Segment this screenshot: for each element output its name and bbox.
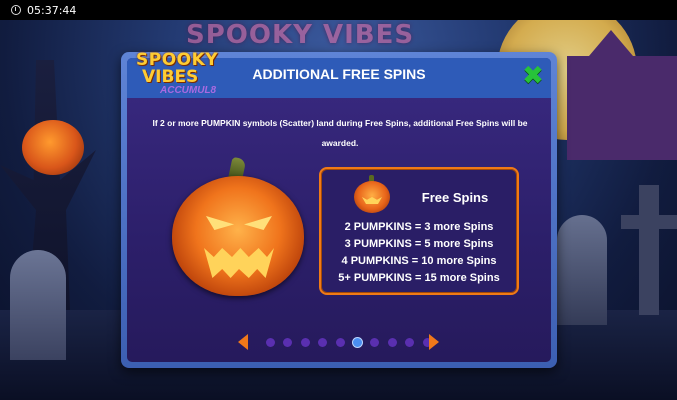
status-bar: 05:37:44 bbox=[0, 0, 677, 20]
rule-4-pumpkins: 4 PUMPKINS = 10 more Spins bbox=[341, 255, 497, 267]
next-page-arrow-icon[interactable] bbox=[429, 334, 439, 350]
rule-5-plus-pumpkins: 5+ PUMPKINS = 15 more Spins bbox=[338, 272, 500, 284]
logo-text-vibes: VIBES bbox=[142, 67, 199, 87]
page-dot-3[interactable] bbox=[300, 338, 310, 347]
rule-3-pumpkins: 3 PUMPKINS = 5 more Spins bbox=[344, 238, 494, 250]
status-time: 05:37:44 bbox=[27, 3, 77, 17]
pumpkin-scatter-symbol bbox=[168, 156, 308, 301]
background-pumpkin-decoration bbox=[22, 120, 84, 175]
grave-cross-decoration bbox=[621, 185, 677, 315]
free-spins-title: Free Spins bbox=[421, 190, 489, 205]
close-button[interactable]: ✖ bbox=[520, 63, 546, 89]
logo-text-accumul8: ACCUMUL8 bbox=[160, 85, 217, 96]
page-dot-1[interactable] bbox=[266, 338, 275, 347]
pumpkin-body bbox=[172, 176, 304, 296]
tombstone-right-decoration bbox=[557, 215, 607, 325]
rule-2-pumpkins: 2 PUMPKINS = 3 more Spins bbox=[344, 221, 494, 233]
game-logo: SPOOKY VIBES ACCUMUL8 bbox=[130, 48, 220, 100]
rule-description: If 2 or more PUMPKIN symbols (Scatter) l… bbox=[152, 118, 528, 148]
background-game-title: SPOOKY VIBES bbox=[186, 20, 415, 50]
pumpkin-icon bbox=[352, 175, 392, 213]
tombstone-left-decoration bbox=[10, 250, 66, 360]
page-dot-8[interactable] bbox=[387, 338, 397, 347]
previous-page-arrow-icon[interactable] bbox=[238, 334, 248, 350]
clock-icon bbox=[11, 5, 21, 15]
page-dot-5[interactable] bbox=[335, 338, 345, 347]
page-dot-6[interactable] bbox=[353, 338, 362, 347]
